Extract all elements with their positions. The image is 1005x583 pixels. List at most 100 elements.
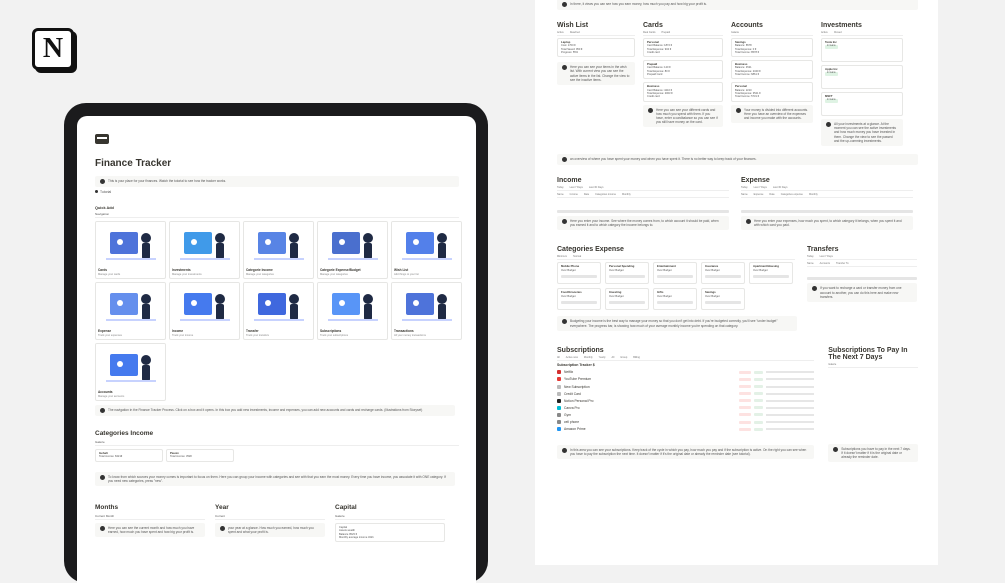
video-icon — [95, 190, 98, 193]
category-expense-card-investing[interactable]: Investing Over Budget — [605, 288, 649, 311]
subscription-tab-all[interactable]: All — [557, 356, 560, 359]
category-expense-card-entertainment[interactable]: Entertainment Over Budget — [653, 262, 697, 285]
subscription-tab-all[interactable]: All — [612, 356, 615, 359]
next-payment-date — [766, 421, 815, 424]
nav-card-transactions[interactable]: Transactions All your money transactions — [391, 282, 462, 340]
subscription-row-youtube-premium[interactable]: YouTube Premium — [557, 376, 815, 383]
tab-navigation[interactable]: Navigation — [95, 212, 109, 216]
subscription-row-canva-pro[interactable]: Canva Pro — [557, 404, 815, 411]
cycle-badge — [739, 392, 752, 396]
category-expense-card-food-groceries[interactable]: Food/Groceries Over Budget — [557, 288, 601, 311]
subscription-row-netflix[interactable]: Netflix — [557, 369, 815, 376]
tab-current-year[interactable]: Current — [215, 514, 225, 518]
tab-galerie[interactable]: Galerie — [95, 440, 105, 444]
tab-galerie[interactable]: Galerie — [731, 31, 739, 34]
subscription-tab-monthly[interactable]: Monthly — [584, 356, 593, 359]
category-card-passiv[interactable]: Passiv Total income: 352€ — [166, 449, 234, 462]
subscriptions-heading: Subscriptions — [557, 346, 604, 354]
categories-income-tabs: Galerie — [95, 440, 459, 446]
tab-today[interactable]: Today — [807, 255, 814, 258]
status-badge — [754, 427, 764, 431]
tab-normal[interactable]: Normal — [573, 255, 581, 258]
category-expense-card-savings[interactable]: Savings Over Budget — [701, 288, 745, 311]
account-card-line: Total Income: 5731 € — [735, 95, 760, 99]
category-expense-card-gifts[interactable]: Gifts Over Budget — [653, 288, 697, 311]
subscription-row-notion-personal-pro[interactable]: Notion Personal Pro — [557, 397, 815, 404]
subscription-tab-billing[interactable]: Billing — [633, 356, 640, 359]
tab-minimum[interactable]: Minimum — [557, 255, 567, 258]
cycle-badge — [739, 385, 752, 389]
year-heading: Year — [215, 504, 229, 511]
cards-card-line: Credit card — [647, 95, 660, 99]
tab-reached[interactable]: Reached — [570, 31, 580, 34]
subscription-tab-group[interactable]: Group — [620, 356, 627, 359]
tab-today[interactable]: Today — [557, 186, 564, 189]
info-icon — [220, 526, 225, 531]
subscription-tab-yearly[interactable]: Yearly — [599, 356, 606, 359]
subscription-row-cell-phone[interactable]: cell phone — [557, 418, 815, 425]
nav-card-expense[interactable]: Expense Track your expenses — [95, 282, 166, 340]
nav-card-cards[interactable]: Cards Manage your cards — [95, 221, 166, 279]
tab-active[interactable]: Active — [821, 31, 828, 34]
nav-card-categorie-expense-budget[interactable]: Categorie Expense/Budget Manage your cate… — [317, 221, 388, 279]
cards-card-prepaid[interactable]: Prepaid Card Balance: 120 € Total Expense:… — [643, 60, 723, 80]
tab-prepaid[interactable]: Prepaid — [662, 31, 671, 34]
budget-progress-bar — [705, 275, 741, 279]
category-name: Personal Spending — [609, 264, 635, 269]
account-card-savings[interactable]: Savings Balance: 8578 Total Expense: 0 € To… — [731, 38, 813, 58]
budget-progress-bar — [561, 301, 597, 305]
category-status: Over Budget — [657, 294, 672, 298]
subscription-tab-active-now[interactable]: Active now — [566, 356, 578, 359]
tab-last-7-days[interactable]: Last 7 Days — [570, 186, 583, 189]
cycle-badge — [739, 427, 752, 431]
cards-card-personal[interactable]: Personal Card Balance: 1872 € Total Expens… — [643, 38, 723, 58]
category-expense-card-personal-spending[interactable]: Personal Spending Over Budget — [605, 262, 649, 285]
subscription-row-gym[interactable]: Gym — [557, 411, 815, 418]
account-card-business[interactable]: Business Balance: 4521 Total Expense: 2340… — [731, 60, 813, 80]
category-expense-card-insurance[interactable]: Insurance Over Budget — [701, 262, 745, 285]
cards-callout: Here you can see your different cards an… — [643, 104, 723, 128]
quick-add-heading[interactable]: Quick Add — [95, 206, 459, 210]
account-card-personal[interactable]: Personal Balance: 2210 Total Expense: 3521… — [731, 82, 813, 102]
investment-card-msft[interactable]: MSFT In Gains — [821, 92, 903, 116]
subscription-row-credit-card[interactable]: Credit Card — [557, 390, 815, 397]
tab-galerie[interactable]: Galerie — [828, 363, 836, 366]
investment-card-tesla-inc[interactable]: Tesla Inc In Gains — [821, 38, 903, 62]
next-payment-date — [766, 406, 815, 409]
capital-card[interactable]: Capital Assets wealth Balance 9523 € Monthl… — [335, 523, 445, 543]
investment-card-apple-inc[interactable]: Apple Inc In Gains — [821, 65, 903, 89]
cards-card-business[interactable]: Business Card Balance: 4210 € Total Expens… — [643, 82, 723, 102]
nav-card-categorie-income[interactable]: Categorie Income Manage your categories — [243, 221, 314, 279]
months-section: Months Current Month Here you can see the … — [95, 498, 205, 542]
subscription-row-new-subscription[interactable]: New Subscription — [557, 383, 815, 390]
tab-current-month[interactable]: Current Month — [95, 514, 114, 518]
nav-card-income[interactable]: Income Track your income — [169, 282, 240, 340]
tutorial-toggle[interactable]: Tutorial — [95, 190, 459, 194]
dashboard-page: In there, it views you can see how you e… — [535, 0, 938, 565]
categories-expense-heading: Categories Expense — [557, 246, 624, 254]
tab-last-30-days[interactable]: Last 30 Days — [773, 186, 788, 189]
tab-active[interactable]: Active — [557, 31, 564, 34]
nav-card-investments[interactable]: Investments Manage your investments — [169, 221, 240, 279]
category-status: Over Budget — [705, 268, 720, 272]
tab-capital-galerie[interactable]: Galerie — [335, 514, 345, 518]
tab-closed[interactable]: Closed — [834, 31, 842, 34]
category-card-gehalt[interactable]: Gehalt Total income: 8421€ — [95, 449, 163, 462]
tab-last-30-days[interactable]: Last 30 Days — [589, 186, 604, 189]
tab-today[interactable]: Today — [741, 186, 748, 189]
category-expense-card-apartment-housing[interactable]: Apartment/Housing Over Budget — [749, 262, 793, 285]
nav-card-accounts[interactable]: Accounts Manage your accounts — [95, 343, 166, 401]
nav-card-desc: Manage your accounts — [98, 395, 125, 398]
tab-real-cards[interactable]: Real Cards — [643, 31, 656, 34]
tab-last-7-days[interactable]: Last 7 Days — [754, 186, 767, 189]
nav-card-wish-list[interactable]: Wish List Add things to your list — [391, 221, 462, 279]
status-badge — [754, 406, 764, 410]
cycle-badge — [739, 413, 752, 417]
tab-last-7-days[interactable]: Last 7 Days — [820, 255, 833, 258]
subscription-row-amazon-prime[interactable]: Amazon Prime — [557, 426, 815, 433]
subscription-logo-icon — [557, 420, 561, 425]
nav-card-subscriptions[interactable]: Subscriptions Track your subscriptions — [317, 282, 388, 340]
category-expense-card-mobile-phone[interactable]: Mobile Phone Over Budget — [557, 262, 601, 285]
nav-card-transfer[interactable]: Transfer Track your transfers — [243, 282, 314, 340]
wishlist-card[interactable]: Laptop Cost: 1700 € Total Saved: 950 € Prog… — [557, 38, 635, 58]
